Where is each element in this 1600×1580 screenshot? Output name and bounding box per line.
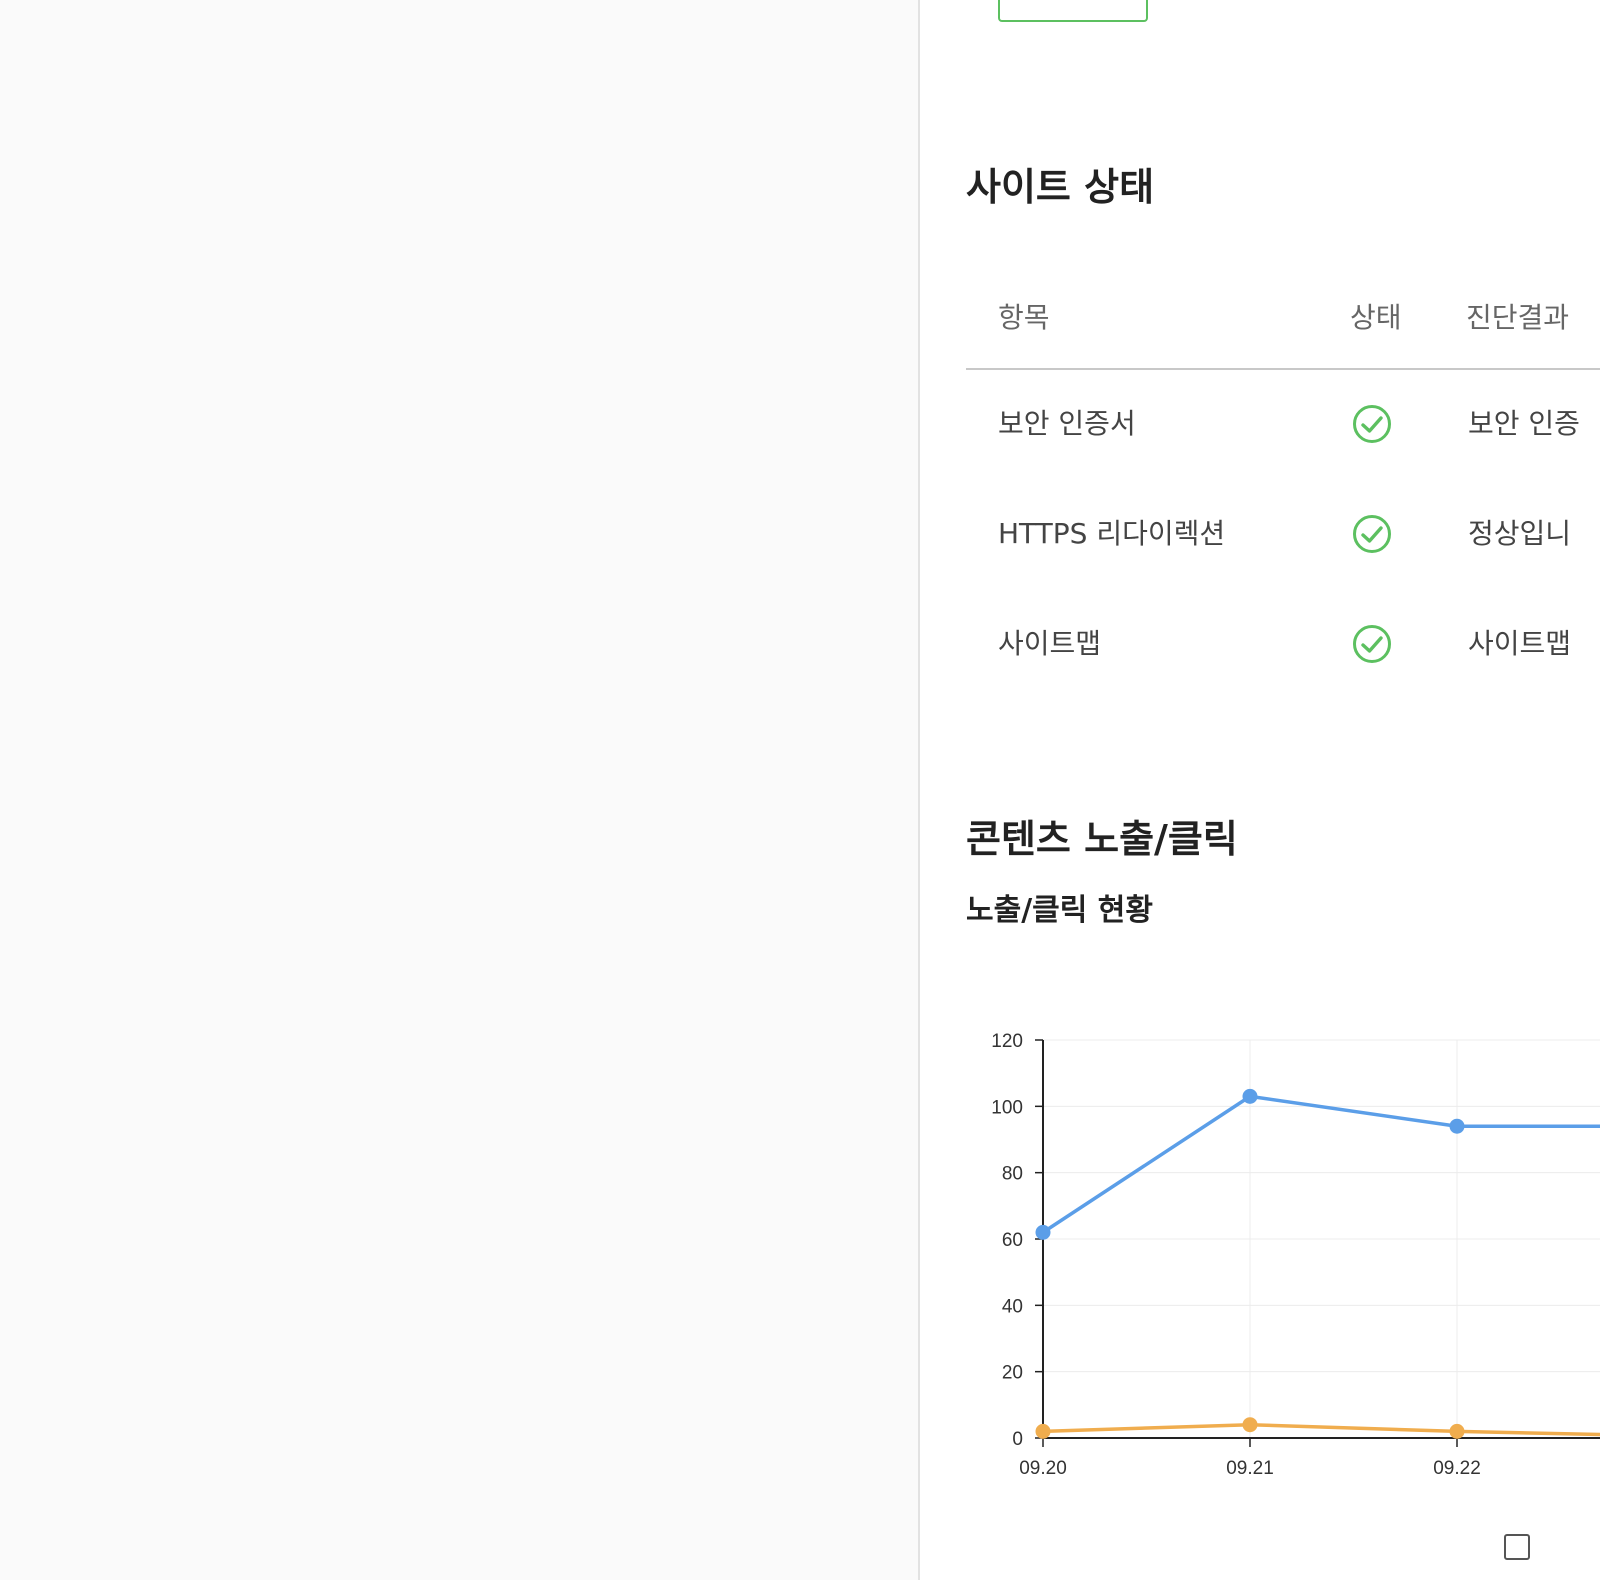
header-item: 항목 <box>998 301 1050 334</box>
site-status-title: 사이트 상태 <box>966 165 1155 209</box>
table-row: 보안 인증서 보안 인증 <box>966 380 1600 490</box>
y-tick-label: 80 <box>1002 1164 1023 1185</box>
row-item-label: 보안 인증서 <box>998 407 1136 440</box>
y-tick-label: 120 <box>991 1031 1023 1052</box>
y-tick-label: 0 <box>1012 1429 1023 1450</box>
y-tick-label: 40 <box>1002 1296 1023 1317</box>
table-row: HTTPS 리다이렉션 정상입니 <box>966 490 1600 600</box>
data-point[interactable] <box>1035 1423 1051 1439</box>
x-tick-label: 09.20 <box>1019 1458 1067 1479</box>
legend-checkbox[interactable] <box>1504 1534 1530 1560</box>
data-point[interactable] <box>1035 1224 1051 1240</box>
content-section-title: 콘텐츠 노출/클릭 <box>966 817 1238 861</box>
y-tick-label: 60 <box>1002 1230 1023 1251</box>
main-content: 사이트 상태 항목 상태 진단결과 보안 인증서 보안 인증 HTTPS 리다이… <box>920 0 1600 1580</box>
header-result: 진단결과 <box>1466 301 1570 334</box>
row-result-text: 사이트맵 <box>1468 627 1572 660</box>
x-tick-label: 09.21 <box>1226 1458 1274 1479</box>
header-divider <box>966 368 1600 370</box>
row-result-text: 보안 인증 <box>1468 407 1580 440</box>
row-item-label: HTTPS 리다이렉션 <box>998 517 1226 550</box>
data-point[interactable] <box>1242 1417 1258 1433</box>
y-tick-label: 20 <box>1002 1363 1023 1384</box>
data-point[interactable] <box>1449 1118 1465 1134</box>
chart-title: 노출/클릭 현황 <box>966 893 1154 928</box>
row-item-label: 사이트맵 <box>998 627 1102 660</box>
impressions-clicks-chart: 0 20 40 60 80 100 120 09.20 09.21 09.22 <box>991 1031 1600 1479</box>
data-point[interactable] <box>1449 1423 1465 1439</box>
check-circle-icon <box>1353 515 1391 553</box>
series-line <box>1042 1422 1600 1437</box>
header-state: 상태 <box>1350 301 1402 334</box>
check-circle-icon <box>1353 625 1391 663</box>
table-row: 사이트맵 사이트맵 <box>966 600 1600 710</box>
row-result-text: 정상입니 <box>1468 517 1572 550</box>
y-tick-label: 100 <box>991 1097 1023 1118</box>
x-tick-label: 09.22 <box>1433 1458 1481 1479</box>
check-circle-icon <box>1353 405 1391 443</box>
series-line <box>1042 1094 1600 1234</box>
top-action-button[interactable] <box>998 0 1148 22</box>
data-point[interactable] <box>1242 1088 1258 1104</box>
left-pane <box>0 0 918 1580</box>
